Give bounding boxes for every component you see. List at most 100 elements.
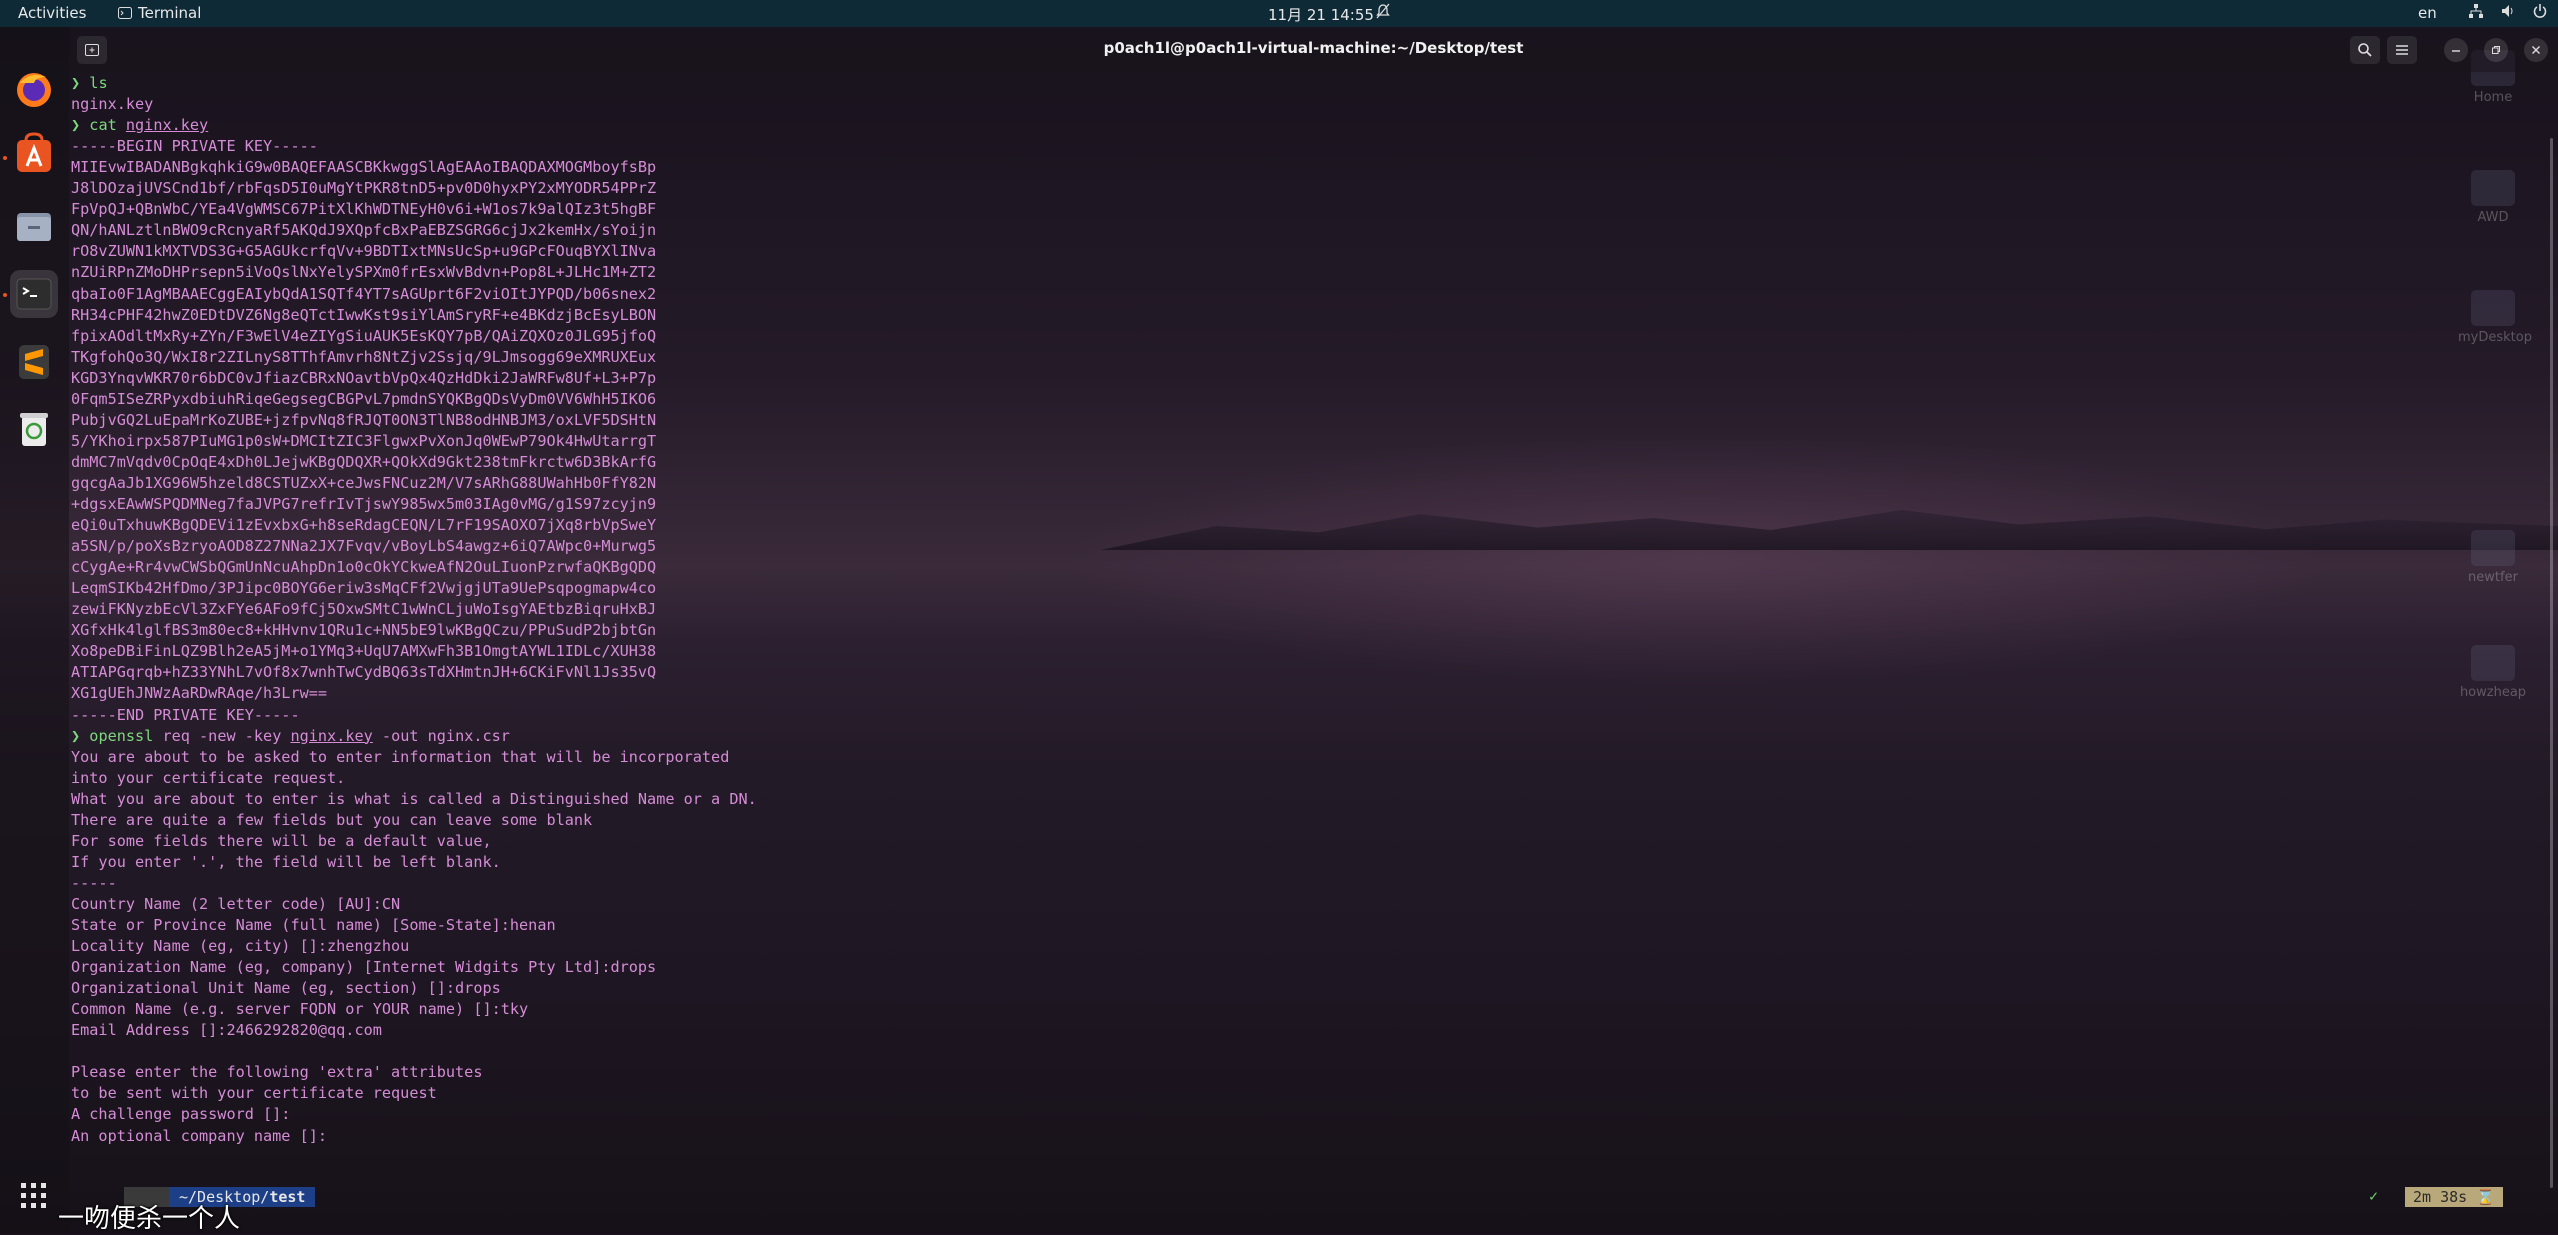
prompt-arrow-icon: ❯: [71, 726, 90, 745]
output-line: a5SN/p/poXsBzryoAOD8Z27NNa2JX7Fvqv/vBoyL…: [71, 537, 657, 556]
video-subtitle: 一吻便杀一个人: [58, 1204, 241, 1234]
output-line: There are quite a few fields but you can…: [71, 810, 593, 829]
command-duration-segment: 2m 38s ⌛: [2405, 1187, 2503, 1207]
output-line: 5/YKhoirpx587PIuMG1p0sW+DMCItZIC3FlgwxPv…: [71, 431, 657, 450]
search-icon: [2358, 43, 2372, 57]
output-line: KGD3YnqvWKR70r6bDC0vJfiazCBRxNOavtbVpQx4…: [71, 368, 657, 387]
prompt-arrow-icon: ❯: [71, 74, 90, 92]
output-line: Country Name (2 letter code) [AU]:CN: [71, 894, 401, 913]
output-line: qbaIo0F1AgMBAAECggEAIybQdA1SQTf4YT7sAGUp…: [71, 284, 657, 303]
prompt-line: ❯ ls: [71, 73, 117, 94]
output-line: Organization Name (eg, company) [Interne…: [71, 958, 657, 977]
output-line: LeqmSIKb42HfDmo/3PJipc0BOYG6eriw3sMqCFf2…: [71, 579, 657, 598]
output-line: An optional company name []:: [71, 1126, 328, 1145]
trash-icon[interactable]: [10, 404, 58, 452]
firefox-icon[interactable]: [10, 65, 58, 113]
top-bar: Activities Terminal 11月 21 14:55 en: [0, 0, 2558, 27]
close-button[interactable]: [2524, 38, 2548, 62]
output-line: State or Province Name (full name) [Some…: [71, 916, 556, 934]
search-button[interactable]: [2350, 36, 2380, 64]
network-icon: [2469, 4, 2483, 18]
activities-button[interactable]: Activities: [18, 4, 86, 22]
restore-icon: [2492, 46, 2500, 54]
output-line: XGfxHk4lglfBS3m80ec8+kHHvnv1QRu1c+NN5bE9…: [71, 621, 657, 640]
command-name: openssl: [89, 726, 154, 745]
system-menu[interactable]: [2468, 3, 2548, 19]
close-icon: [2532, 46, 2540, 54]
input-language[interactable]: en: [2418, 4, 2437, 22]
output-line: gqcgAaJb1XG96W5hzeld8CSTUZxX+ceJwsFNCuz2…: [71, 473, 657, 492]
output-line: -----END PRIVATE KEY-----: [71, 705, 300, 724]
terminal-app-icon: [118, 7, 132, 19]
command-args-tail: -out nginx.csr: [372, 726, 510, 745]
files-icon[interactable]: [10, 202, 58, 250]
menu-button[interactable]: [2387, 36, 2417, 64]
output-line: nginx.key: [71, 95, 154, 114]
output-line: Locality Name (eg, city) []:zhengzhou: [71, 937, 410, 956]
output-line: eQi0uTxhuwKBgQDEVi1zEvxbxG+h8seRdagCEQN/…: [71, 516, 657, 535]
ubuntu-software-icon[interactable]: [10, 130, 58, 178]
output-line: nZUiRPnZMoDHPrsepn5iVoQslNxYelySPXm0frEs…: [71, 263, 657, 282]
prompt-statusline: ~/Desktop/test ✓ 2m 38s ⌛: [69, 1187, 2539, 1209]
output-line: into your certificate request.: [71, 768, 346, 787]
notifications-muted-icon[interactable]: [1376, 3, 1390, 23]
command-file-arg: nginx.key: [125, 116, 209, 135]
output-line: TKgfohQo3Q/WxI8r2ZILnyS8TThfAmvrh8NtZjv2…: [71, 347, 657, 366]
hamburger-icon: [2396, 45, 2408, 55]
output-line: J8lDOzajUVSCnd1bf/rbFqsD5I0uMgYtPKR8tnD5…: [71, 179, 657, 198]
terminal-scrollbar[interactable]: [2550, 138, 2553, 1188]
terminal-icon[interactable]: [10, 270, 58, 318]
window-title: p0ach1l@p0ach1l-virtual-machine:~/Deskto…: [1103, 39, 1524, 57]
output-line: dmMC7mVqdv0CpOqE4xDh0LJejwKBgQDQXR+QOkXd…: [71, 452, 657, 471]
output-line: For some fields there will be a default …: [71, 831, 492, 850]
output-line: PubjvGQ2LuEpaMrKoZUBE+jzfpvNq8fRJQT0ON3T…: [71, 410, 657, 429]
running-indicator: [3, 156, 7, 160]
clock[interactable]: 11月 21 14:55: [1268, 4, 1374, 25]
output-line: Organizational Unit Name (eg, section) […: [71, 979, 501, 998]
output-line: cCygAe+Rr4vwCWSbQGmUnNcuAhpDn1o0cOkYCkwe…: [71, 558, 657, 577]
output-line: MIIEvwIBADANBgkqhkiG9w0BAQEFAASCBKkwggSl…: [71, 158, 657, 177]
command-file-arg: nginx.key: [290, 726, 373, 745]
prompt-arrow-icon: ❯: [71, 116, 90, 135]
output-line: fpixAOdltMxRy+ZYn/F3wElV4eZIYgSiuAUK5EsK…: [71, 326, 657, 345]
dock: [0, 27, 69, 1234]
output-line: Common Name (e.g. server FQDN or YOUR na…: [71, 1000, 529, 1019]
show-applications-icon[interactable]: [10, 1172, 58, 1220]
command-name: ls: [89, 74, 108, 92]
output-line: If you enter '.', the field will be left…: [71, 852, 501, 871]
maximize-button[interactable]: [2484, 38, 2508, 62]
output-line: Email Address []:2466292820@qq.com: [71, 1021, 382, 1040]
volume-icon: [2502, 5, 2513, 17]
running-indicator: [3, 293, 7, 297]
output-line: rO8vZUWN1kMXTVDS3G+G5AGUkcrfqVv+9BDTIxtM…: [71, 242, 657, 261]
output-line: -----BEGIN PRIVATE KEY-----: [71, 137, 318, 156]
output-line: You are about to be asked to enter infor…: [71, 747, 730, 766]
exit-status-check-icon: ✓: [2369, 1187, 2379, 1205]
minimize-button[interactable]: [2444, 38, 2468, 62]
minimize-icon: [2452, 50, 2460, 52]
output-line: +dgsxEAwWSPQDMNeg7faJVPG7refrIvTjswY985w…: [71, 495, 657, 513]
sublime-text-icon[interactable]: [10, 338, 58, 386]
command-name: cat: [89, 116, 117, 135]
output-line: to be sent with your certificate request: [71, 1084, 437, 1103]
output-line: QN/hANLztlnBWO9cRcnyaRf5AKQdJ9XQpfcBxPaE…: [71, 221, 657, 240]
power-icon: [2533, 4, 2547, 18]
output-line: -----: [71, 873, 117, 892]
terminal-headerbar: p0ach1l@p0ach1l-virtual-machine:~/Deskto…: [69, 27, 2558, 72]
output-line: Please enter the following 'extra' attri…: [71, 1063, 483, 1082]
terminal-output[interactable]: ❯ ls nginx.key ❯ cat nginx.key -----BEGIN …: [69, 72, 2539, 1234]
output-line: A challenge password []:: [71, 1105, 291, 1124]
hourglass-icon: ⌛: [2476, 1188, 2495, 1206]
output-line: What you are about to enter is what is c…: [71, 789, 757, 808]
command-args: req -new -key: [162, 726, 291, 745]
app-name: Terminal: [138, 4, 202, 22]
app-menu-terminal[interactable]: Terminal: [118, 4, 201, 22]
output-line: zewiFKNyzbEcVl3ZxFYe6AFo9fCj5OxwSMtC1wWn…: [71, 600, 657, 619]
output-line: RH34cPHF42hwZ0EDtDVZ6Ng8eQTctIwwKst9siYl…: [71, 305, 657, 324]
prompt-line: ❯ cat nginx.key: [71, 115, 208, 136]
output-line: FpVpQJ+QBnWbC/YEa4VgWMSC67PitXlKhWDTNEyH…: [71, 200, 657, 219]
output-line: ATIAPGqrqb+hZ33YNhL7vOf8x7wnhTwCydBQ63sT…: [71, 663, 657, 682]
output-line: 0Fqm5ISeZRPyxdbiuhRiqeGegsegCBGPvL7pmdnS…: [71, 389, 657, 408]
prompt-line: ❯ openssl req -new -key nginx.key -out n…: [71, 726, 510, 747]
output-line: XG1gUEhJNWzAaRDwRAqe/h3Lrw==: [71, 684, 328, 703]
